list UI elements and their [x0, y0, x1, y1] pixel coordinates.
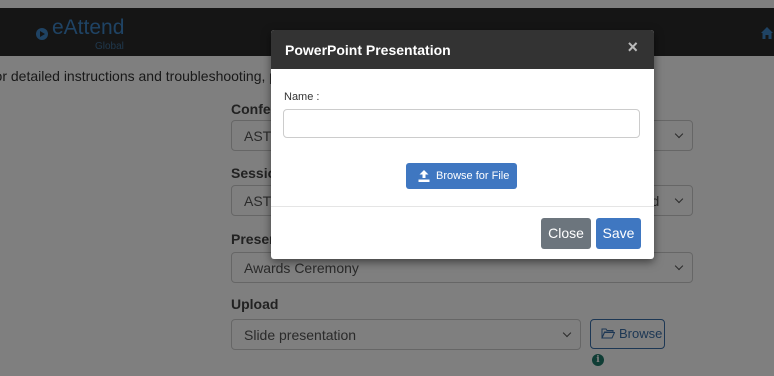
browse-for-file-label: Browse for File: [436, 170, 510, 182]
powerpoint-modal: PowerPoint Presentation × Name : Browse …: [271, 30, 654, 259]
close-icon[interactable]: ×: [627, 37, 638, 58]
close-button[interactable]: Close: [541, 218, 591, 249]
modal-title: PowerPoint Presentation: [285, 42, 451, 58]
modal-header: PowerPoint Presentation ×: [271, 30, 654, 69]
save-button[interactable]: Save: [596, 218, 641, 249]
modal-footer-divider: [271, 206, 654, 207]
name-input[interactable]: [283, 109, 640, 138]
browse-for-file-button[interactable]: Browse for File: [406, 163, 517, 189]
name-label: Name :: [284, 91, 320, 103]
upload-icon: [418, 170, 430, 182]
